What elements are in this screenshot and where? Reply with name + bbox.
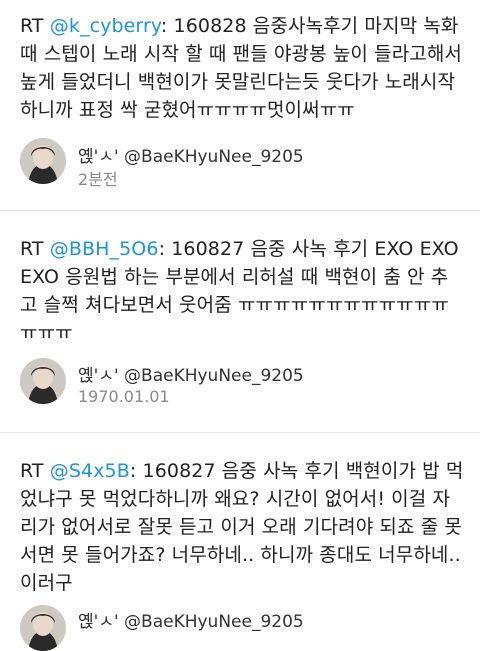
author-name[interactable]: 옍'ㅅ' @BaeKHyuNee_9205: [78, 142, 304, 167]
mention-link[interactable]: @S4x5B: [50, 460, 130, 482]
author-name[interactable]: 옍'ㅅ' @BaeKHyuNee_9205: [78, 361, 304, 386]
avatar[interactable]: [20, 358, 66, 404]
tweet-text: RT @BBH_5O6: 160827 음중 사녹 후기 EXO EXO EXO…: [20, 235, 465, 347]
tweet-card[interactable]: RT @BBH_5O6: 160827 음중 사녹 후기 EXO EXO EXO…: [0, 211, 480, 431]
tweet-text: RT @S4x5B: 160827 음중 사녹 후기 백현이가 밥 먹었냐구 못…: [20, 457, 465, 597]
tweet-card[interactable]: RT @k_cyberry: 160828 음중사녹후기 마지막 녹화때 스텝이…: [0, 0, 480, 210]
retweet-prefix: RT: [20, 15, 50, 37]
tweet-card[interactable]: RT @S4x5B: 160827 음중 사녹 후기 백현이가 밥 먹었냐구 못…: [0, 433, 480, 651]
avatar-photo-icon: [20, 358, 66, 404]
avatar[interactable]: [20, 138, 66, 184]
avatar-photo-icon: [20, 138, 66, 184]
avatar[interactable]: [20, 605, 66, 651]
retweet-prefix: RT: [20, 460, 50, 482]
tweet-text: RT @k_cyberry: 160828 음중사녹후기 마지막 녹화때 스텝이…: [20, 12, 465, 124]
retweet-prefix: RT: [20, 238, 50, 260]
mention-link[interactable]: @BBH_5O6: [50, 238, 159, 260]
mention-link[interactable]: @k_cyberry: [50, 15, 161, 37]
tweet-feed: RT @k_cyberry: 160828 음중사녹후기 마지막 녹화때 스텝이…: [0, 0, 480, 651]
avatar-photo-icon: [20, 605, 66, 651]
tweet-timestamp: 1970.01.01: [78, 387, 170, 406]
author-name[interactable]: 옍'ㅅ' @BaeKHyuNee_9205: [78, 607, 304, 632]
tweet-timestamp: 2분전: [78, 170, 118, 189]
